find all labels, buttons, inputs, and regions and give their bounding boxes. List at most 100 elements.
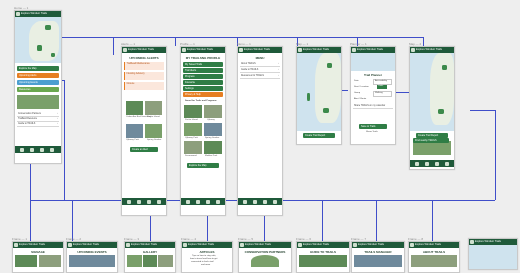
article-text: and more <box>201 264 211 266</box>
logo-icon <box>126 243 130 247</box>
home-icon[interactable] <box>20 147 24 152</box>
home-icon[interactable] <box>127 199 131 204</box>
planner-screen: Explore Windsor Trails Trail Planner Dat… <box>350 46 396 145</box>
settings-button[interactable]: Settings <box>183 86 223 91</box>
park-area <box>37 45 42 51</box>
logo-icon <box>123 48 127 52</box>
gallery-image[interactable] <box>143 255 157 267</box>
app-header: Explore Windsor Trails <box>352 242 404 248</box>
alert-card[interactable]: Closure <box>124 82 164 90</box>
alert-image <box>145 101 162 115</box>
upcoming-alerts-button[interactable]: Upcoming Alerts <box>17 73 59 78</box>
map-icon[interactable] <box>253 199 257 204</box>
page-title: MENU <box>255 56 265 60</box>
trail-image <box>413 141 451 155</box>
logo-icon <box>183 243 187 247</box>
save-trail-button[interactable]: Save to Trails <box>359 124 387 129</box>
map-icon[interactable] <box>30 147 34 152</box>
menu-item-guide[interactable]: Guide to TRAILS › <box>240 68 280 73</box>
article-text: Tips on how to stay safe, <box>192 255 217 257</box>
gallery-image[interactable] <box>158 255 173 267</box>
map-icon[interactable] <box>196 199 200 204</box>
map-view[interactable] <box>15 17 61 63</box>
create-alert-button[interactable]: Create an Alert <box>130 147 158 152</box>
menu-icon[interactable] <box>50 147 54 152</box>
park-area <box>327 63 332 68</box>
home-icon[interactable] <box>243 199 247 204</box>
home-icon[interactable] <box>415 161 419 166</box>
manager-image <box>354 255 402 267</box>
app-header: Explore Windsor Trails <box>122 47 166 53</box>
map-view[interactable] <box>297 53 341 131</box>
partner-image <box>251 255 279 267</box>
app-header: Explore Windsor Trails <box>13 242 63 248</box>
menu-icon[interactable] <box>445 161 449 166</box>
alert-image <box>126 124 143 138</box>
page-title: TRAILS MANAGER <box>364 250 392 254</box>
profile-icon[interactable] <box>206 199 210 204</box>
menu-item-about[interactable]: About TRAILS › <box>240 62 280 67</box>
calendar-link[interactable]: Share TRAILS on my calendar <box>353 104 393 109</box>
privacy-help-button[interactable]: Privacy & Help <box>183 92 223 97</box>
article-text: connected to find a trail <box>191 261 214 263</box>
gallery-image[interactable] <box>127 255 142 267</box>
image-caption: Ojibway Park <box>185 137 198 139</box>
field-label: Alert / Route <box>354 98 367 100</box>
explore-map-button[interactable]: Explore the Map <box>17 66 59 71</box>
favourite-button[interactable]: Favourite <box>183 80 223 85</box>
alert-card[interactable]: Flooding Advisory <box>124 72 164 80</box>
trail-image <box>184 105 202 118</box>
alert-card[interactable]: Trailhead Maintenance <box>124 62 164 70</box>
promo-image <box>17 95 59 109</box>
saved-trails-button[interactable]: My Saved Trails <box>183 62 223 67</box>
profile-icon[interactable] <box>147 199 151 204</box>
about-screen: Explore Windsor Trails ABOUT TRAILS <box>408 241 460 273</box>
manager-screen: Explore Windsor Trails TRAILS MANAGER <box>351 241 405 273</box>
page-title: UPCOMING ALERTS <box>129 56 159 60</box>
flow-connector <box>423 37 424 46</box>
app-header: Explore Windsor Trails <box>67 242 117 248</box>
map-icon[interactable] <box>425 161 429 166</box>
field-label: Date <box>354 80 359 82</box>
map-view[interactable] <box>410 53 454 131</box>
image-caption: Ojibway <box>207 119 215 121</box>
create-report-button[interactable]: Create Trail Report <box>303 133 335 138</box>
upcoming-events-button[interactable]: Upcoming Events <box>17 80 59 85</box>
page-title: CONSERVATION PARTNERS <box>244 250 286 254</box>
logo-icon <box>298 243 302 247</box>
map-detail-screen: Explore Windsor Trails Create Trail Repo… <box>409 46 455 170</box>
menu-icon[interactable] <box>273 199 277 204</box>
app-header: Explore Windsor Trails <box>181 47 225 53</box>
page-title: GUIDE TO TRAILS <box>309 250 337 254</box>
explore-map-button[interactable]: Explore the Map <box>187 163 219 168</box>
trail-image <box>204 123 222 136</box>
menu-item-resources[interactable]: Resources for TRAILS › <box>240 74 280 79</box>
park-area <box>51 53 55 57</box>
resources-button[interactable]: Resources <box>17 87 59 92</box>
trail-image <box>184 123 202 136</box>
profile-icon[interactable] <box>263 199 267 204</box>
menu-icon[interactable] <box>216 199 220 204</box>
image-caption: Spring Garden <box>205 137 220 139</box>
progress-button[interactable]: Progress <box>183 74 223 79</box>
profile-icon[interactable] <box>435 161 439 166</box>
park-area <box>442 65 447 70</box>
home-icon[interactable] <box>186 199 190 204</box>
find-nearby-button[interactable]: Find nearby TRAILS <box>413 138 449 143</box>
profile-icon[interactable] <box>40 147 44 152</box>
app-header: Explore Windsor Trails <box>238 47 282 53</box>
share-link[interactable]: Share Trails <box>366 131 378 133</box>
menu-icon[interactable] <box>157 199 161 204</box>
signage-screen: Explore Windsor Trails SIGNAGE <box>12 241 64 273</box>
guide-image <box>299 255 347 267</box>
map-icon[interactable] <box>137 199 141 204</box>
trail-alerts-button[interactable]: Trail Alerts <box>183 68 223 73</box>
image-caption: Devonwood <box>185 155 197 157</box>
date-field[interactable]: Accessibility <box>373 79 392 85</box>
image-caption: Ojibway Park <box>126 139 139 141</box>
list-item[interactable]: Guide to TRAILS › <box>17 122 59 127</box>
signage-image <box>39 255 61 267</box>
location-field[interactable]: Trails <box>377 85 387 89</box>
group-field[interactable]: Walking <box>373 91 392 97</box>
logo-icon <box>16 12 20 16</box>
